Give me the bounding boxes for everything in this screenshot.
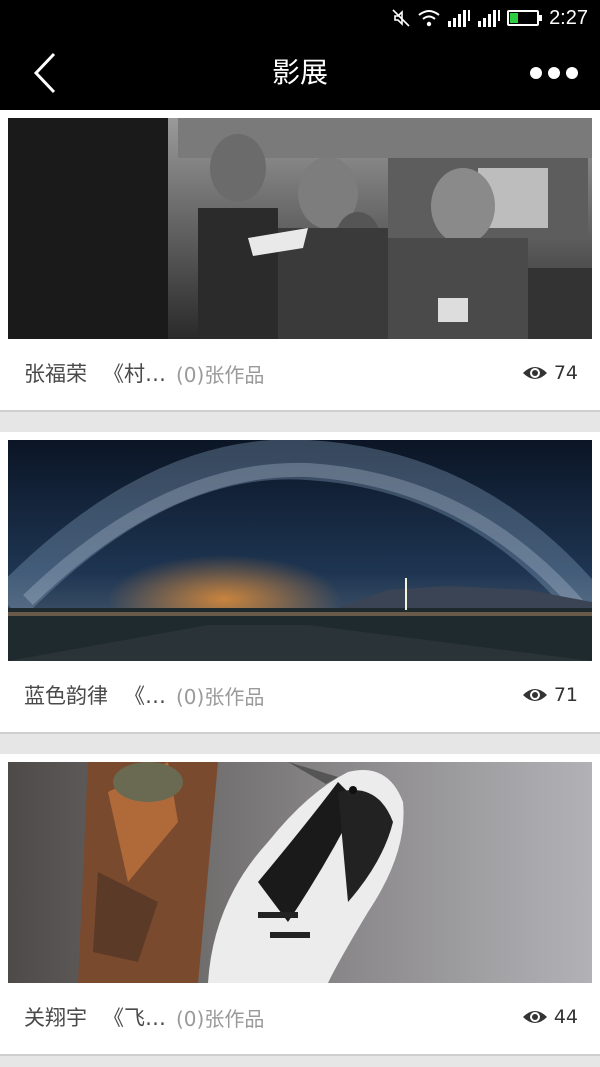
photo-count: (0)张作品: [176, 684, 265, 709]
signal-icon: [448, 10, 471, 27]
chevron-left-icon: [33, 52, 56, 94]
back-button[interactable]: [22, 50, 72, 96]
exhibition-list[interactable]: 张福荣 《村… (0)张作品 74 蓝色韵律 《… (0)张作品 71 关翔宇 …: [0, 110, 600, 1067]
exhibition-title: 《村…: [103, 362, 166, 386]
page-title: 影展: [271, 56, 328, 89]
more-dots-icon: [530, 67, 542, 79]
signal-icon: [478, 10, 501, 27]
card-info: 张福荣 《村… (0)张作品 74: [24, 345, 578, 401]
status-bar: 2:27: [0, 0, 600, 36]
eye-icon: [522, 689, 547, 701]
woodpecker-photo: [8, 762, 592, 983]
card-info: 关翔宇 《飞… (0)张作品 44: [24, 989, 578, 1045]
status-time: 2:27: [549, 6, 588, 29]
exhibition-title: 《飞…: [103, 1006, 166, 1030]
photo-count: (0)张作品: [176, 1006, 265, 1031]
view-count-value: 74: [553, 362, 578, 384]
eye-icon: [522, 367, 547, 379]
card-info: 蓝色韵律 《… (0)张作品 71: [24, 667, 578, 723]
view-count-value: 71: [553, 684, 578, 706]
more-dots-icon: [566, 67, 578, 79]
author-name: 蓝色韵律: [24, 684, 108, 708]
battery-fill: [510, 13, 519, 23]
mute-icon: [392, 9, 410, 27]
eye-icon: [522, 1011, 547, 1023]
more-button[interactable]: [530, 56, 578, 90]
photo-count: (0)张作品: [176, 362, 265, 387]
status-icons: 2:27: [391, 6, 588, 30]
view-count-value: 44: [553, 1006, 578, 1028]
exhibition-card[interactable]: 蓝色韵律 《… (0)张作品 71: [0, 432, 600, 734]
view-count: 74: [522, 362, 578, 384]
wifi-icon: [418, 10, 440, 27]
view-count: 44: [522, 1006, 578, 1028]
exhibition-card[interactable]: 张福荣 《村… (0)张作品 74: [0, 110, 600, 412]
battery-icon: [507, 10, 543, 26]
title-bar: 影展: [0, 36, 600, 110]
view-count: 71: [522, 684, 578, 706]
exhibition-card[interactable]: 关翔宇 《飞… (0)张作品 44: [0, 754, 600, 1056]
crowd-reading-photo: [8, 118, 592, 339]
author-name: 关翔宇: [24, 1006, 87, 1030]
milky-way-photo: [8, 440, 592, 661]
author-name: 张福荣: [24, 362, 87, 386]
exhibition-title: 《…: [124, 684, 166, 708]
more-dots-icon: [548, 67, 560, 79]
